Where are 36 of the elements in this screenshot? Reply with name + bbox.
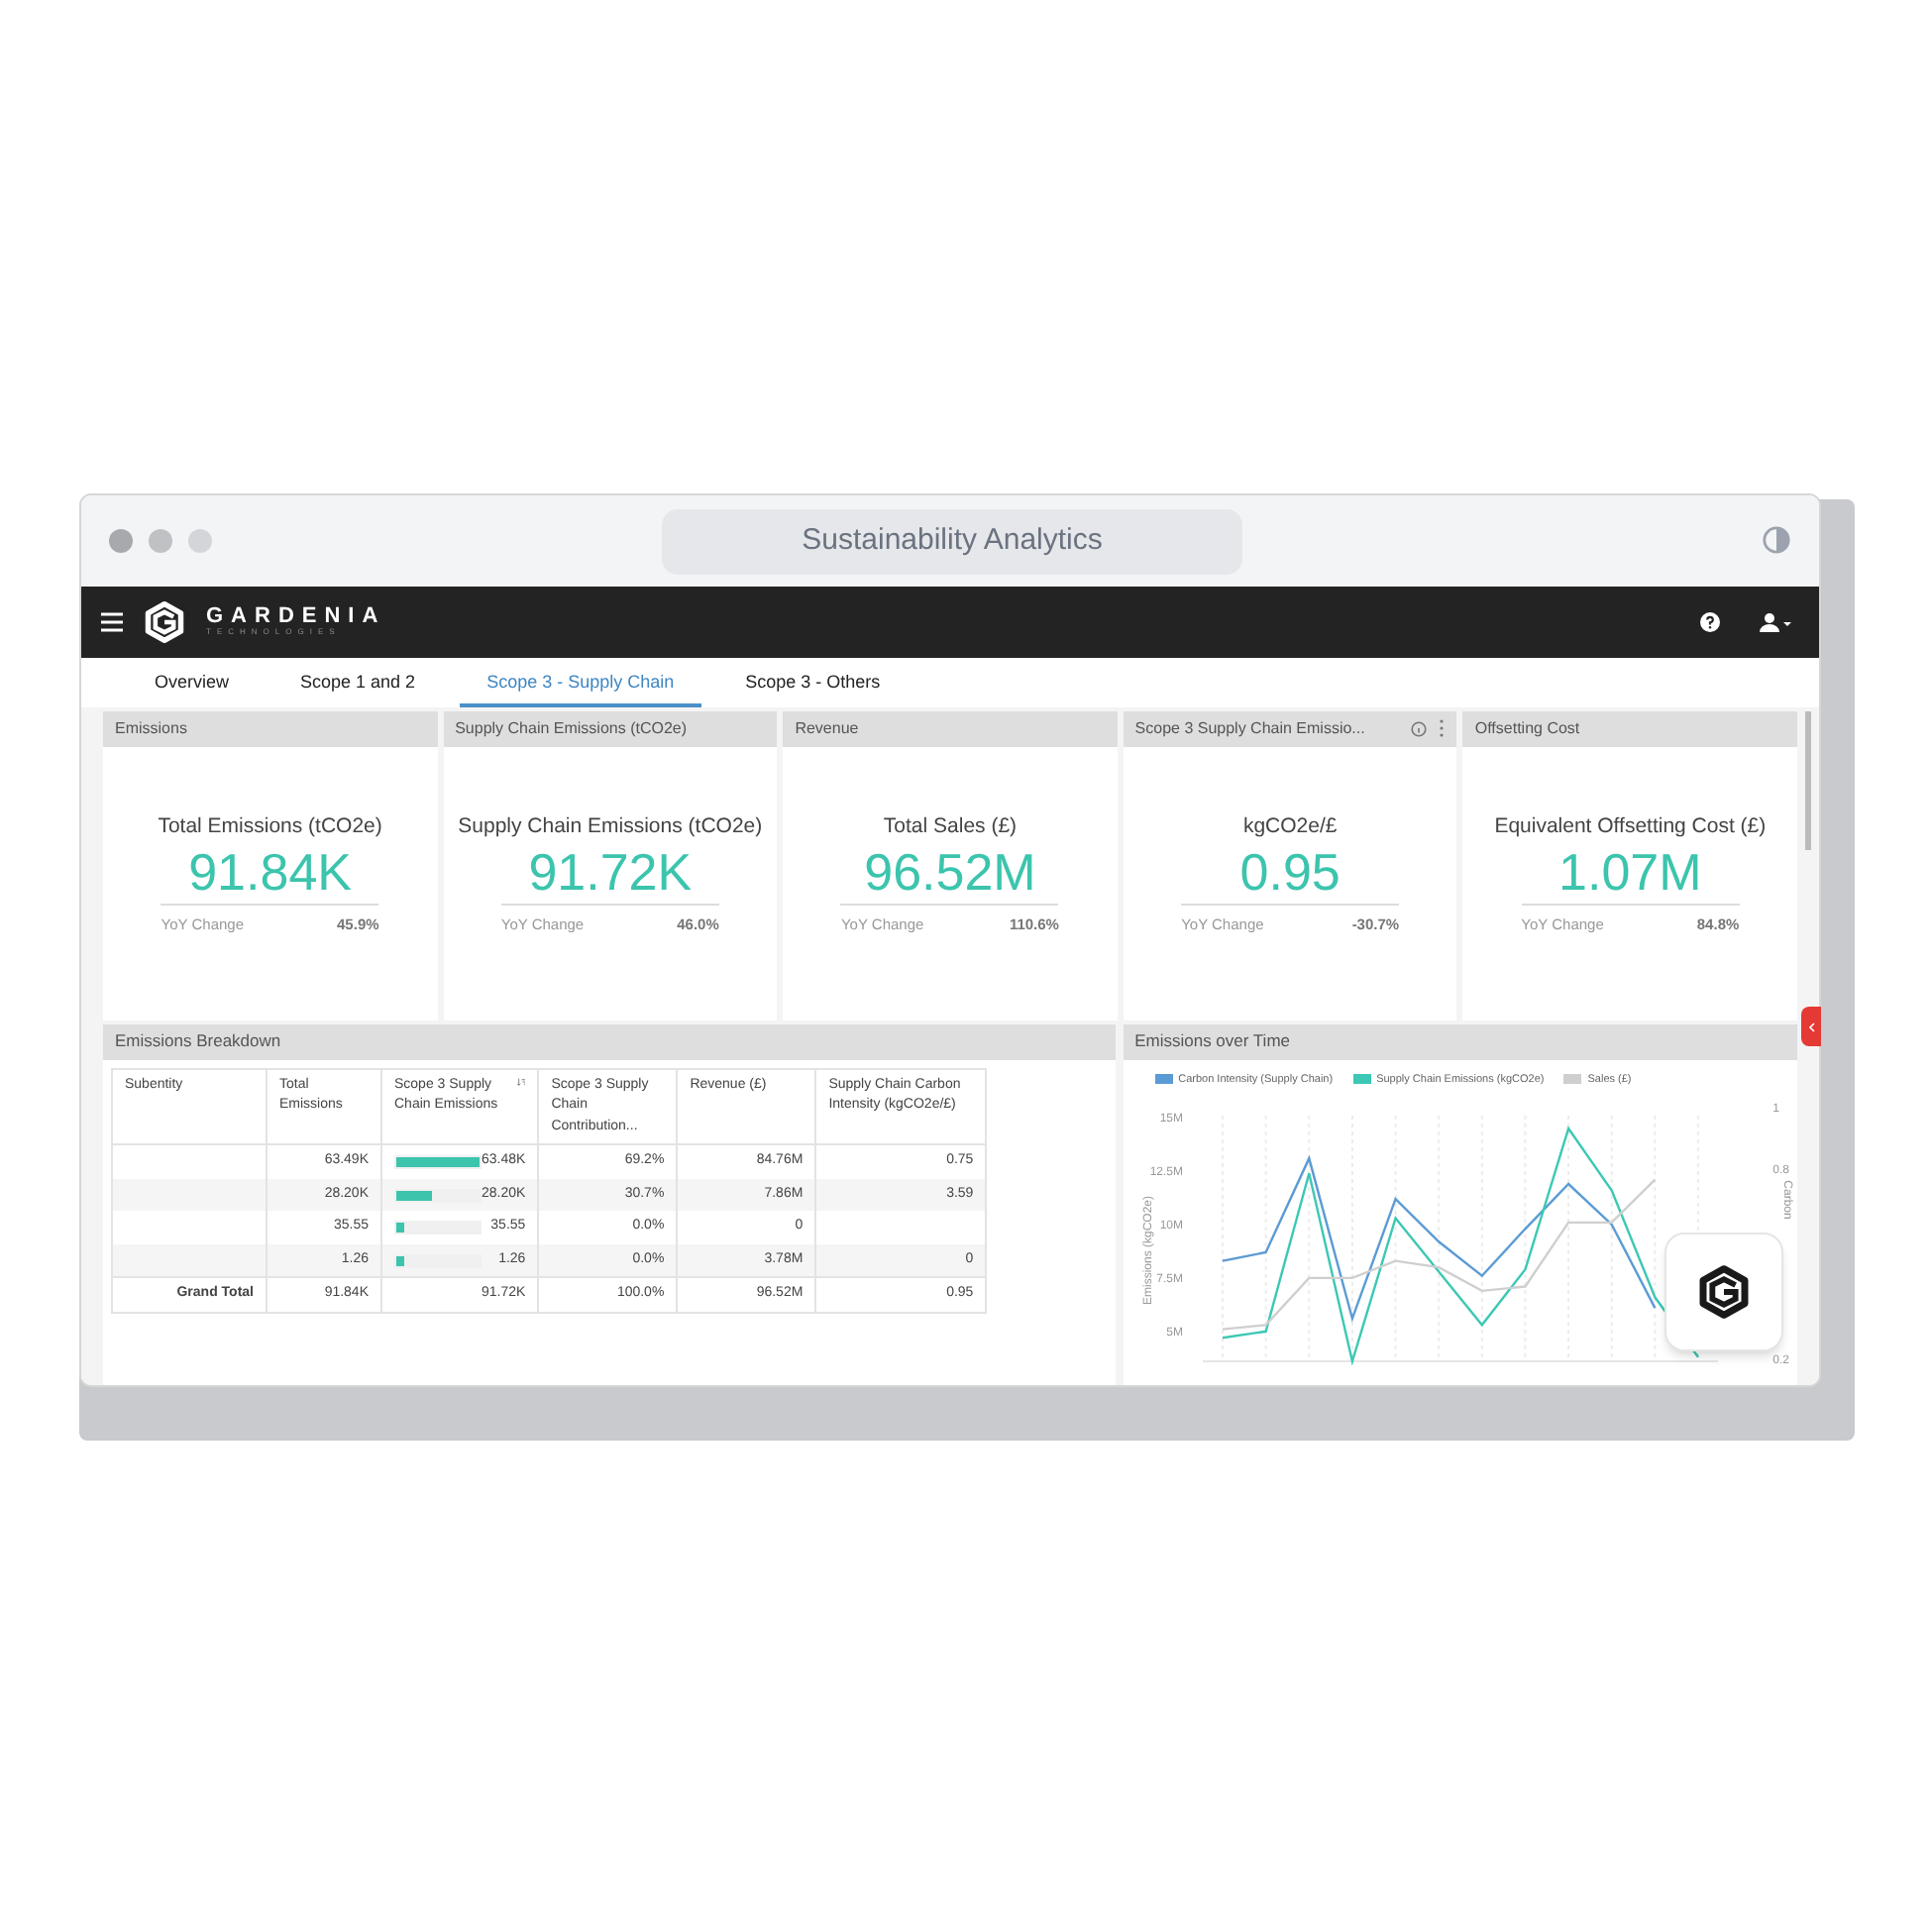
- contrast-icon[interactable]: [1762, 525, 1791, 556]
- tab[interactable]: Scope 3 - Supply Chain: [459, 661, 702, 707]
- info-icon[interactable]: [1411, 720, 1428, 737]
- kpi-value: 91.84K: [188, 843, 352, 899]
- logo-icon: [143, 599, 186, 644]
- menu-icon[interactable]: [101, 611, 123, 632]
- chevron-icon: [1808, 1021, 1814, 1031]
- help-icon[interactable]: [1700, 611, 1720, 632]
- card-title: Supply Chain Emissions (tCO2e): [455, 716, 688, 741]
- window-title: Sustainability Analytics: [662, 509, 1242, 575]
- more-icon[interactable]: [1439, 719, 1446, 738]
- card-title: Revenue: [795, 716, 859, 741]
- kpi-value: 1.07M: [1558, 843, 1702, 899]
- tab[interactable]: Scope 3 - Others: [717, 661, 909, 707]
- kpi-value: 0.95: [1239, 843, 1341, 899]
- side-tab[interactable]: [1801, 1007, 1821, 1046]
- kpi-label: Total Sales (£): [883, 811, 1018, 842]
- panel-title: Emissions over Time: [1134, 1028, 1291, 1055]
- tab[interactable]: Overview: [127, 661, 258, 707]
- card-title: Emissions: [115, 716, 187, 741]
- kpi-label: Total Emissions (tCO2e): [158, 811, 382, 842]
- kpi-label: Supply Chain Emissions (tCO2e): [458, 811, 763, 842]
- user-menu-icon[interactable]: [1760, 611, 1791, 632]
- card-title: Scope 3 Supply Chain Emissio...: [1134, 716, 1365, 741]
- card-title: Offsetting Cost: [1474, 716, 1580, 741]
- kpi-value: 91.72K: [528, 843, 693, 899]
- tab[interactable]: Scope 1 and 2: [272, 661, 444, 707]
- logo-icon: [1696, 1264, 1752, 1320]
- kpi-label: Equivalent Offsetting Cost (£): [1494, 811, 1767, 842]
- logo-badge[interactable]: [1664, 1233, 1783, 1351]
- kpi-label: kgCO2e/£: [1242, 811, 1338, 842]
- sort-icon[interactable]: [516, 1075, 526, 1088]
- kpi-value: 96.52M: [864, 843, 1036, 899]
- scrollbar-thumb[interactable]: [1805, 710, 1811, 850]
- brand-name: GARDENIA: [206, 606, 386, 629]
- panel-title: Emissions Breakdown: [115, 1028, 281, 1055]
